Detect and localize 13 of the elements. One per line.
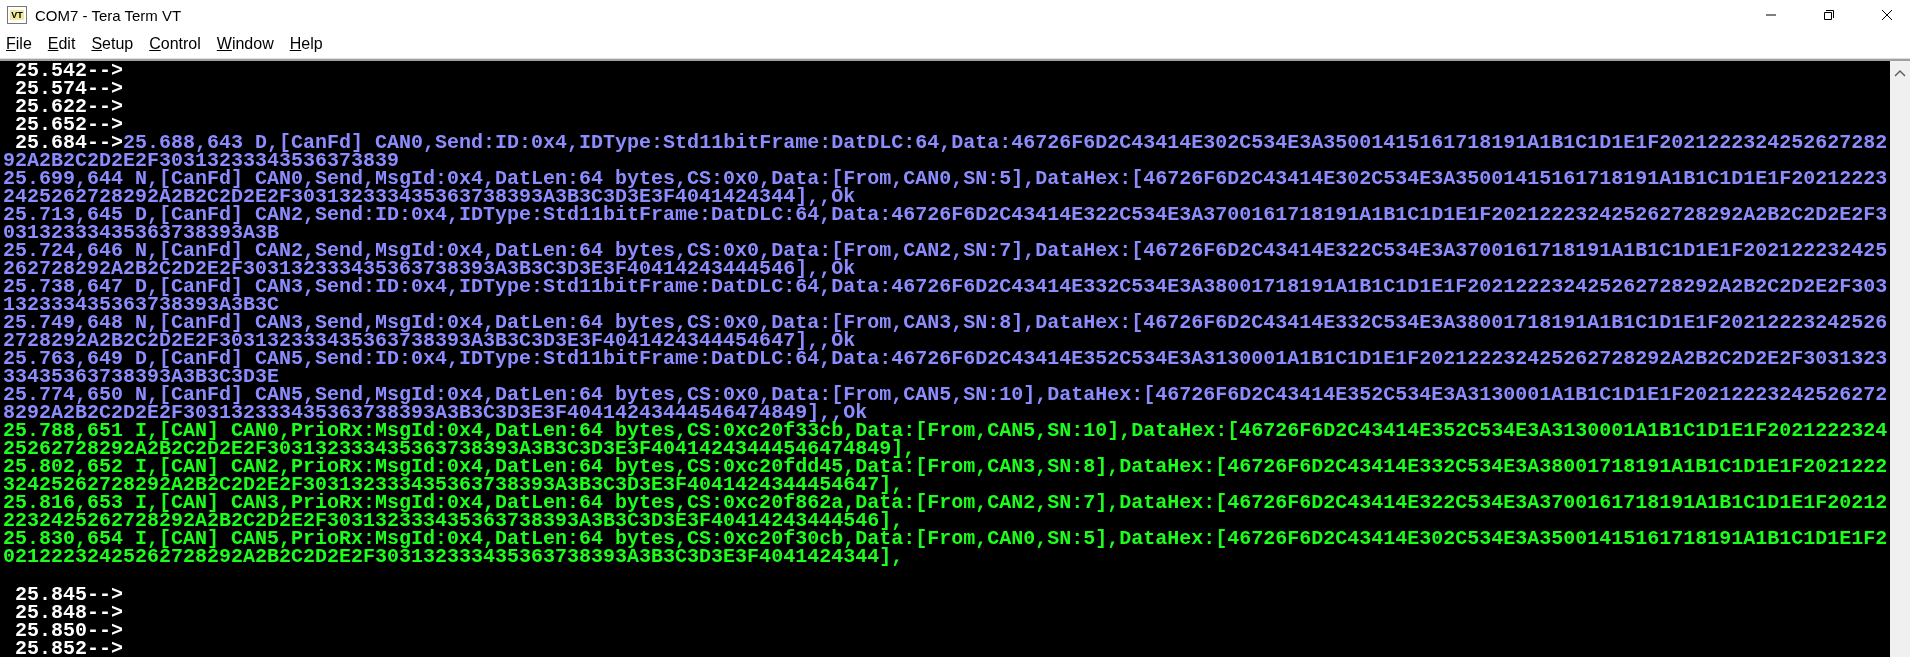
menu-item[interactable]: Window bbox=[208, 33, 282, 55]
app-icon: VT bbox=[7, 6, 27, 24]
window-title: COM7 - Tera Term VT bbox=[35, 6, 182, 24]
menu-item[interactable]: Help bbox=[281, 33, 331, 55]
menu-item[interactable]: Control bbox=[141, 33, 209, 55]
menu-item[interactable]: Setup bbox=[83, 33, 142, 55]
menu-item[interactable]: File bbox=[0, 33, 40, 55]
close-icon bbox=[1881, 9, 1893, 21]
restore-icon bbox=[1823, 9, 1835, 21]
menu-item[interactable]: Edit bbox=[39, 33, 84, 55]
log-line: 25.688,643 D,[CanFd] CAN0,Send:ID:0x4,IDType:Std11bitFrame:DatDLC:64,Data:46726F6D2C43414E302C534E3A35001415161718191A1B1C1D1E1F2021222324252627282 bbox=[123, 131, 1888, 154]
scroll-up-icon[interactable] bbox=[1894, 69, 1906, 77]
scrollbar[interactable] bbox=[1890, 61, 1910, 657]
